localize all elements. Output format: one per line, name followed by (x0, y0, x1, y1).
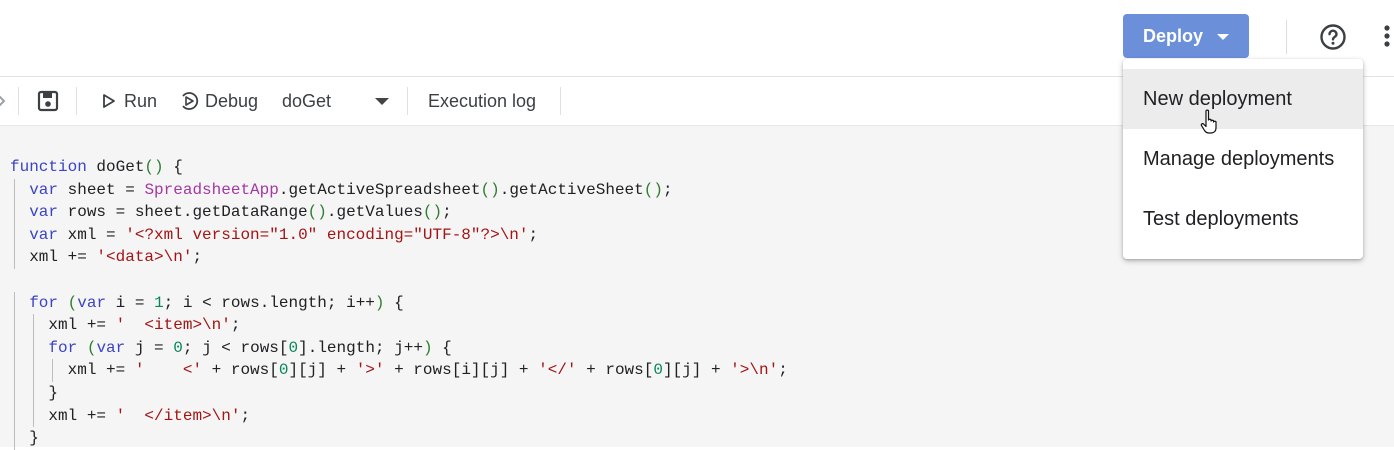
dropdown-caret-icon (1217, 34, 1229, 40)
menu-item-label: Test deployments (1143, 207, 1299, 230)
run-label: Run (124, 90, 158, 111)
function-select-value: doGet (282, 90, 332, 111)
code-text: var rows = sheet.getDataRange().getValue… (29, 203, 452, 222)
toolbar-divider (560, 87, 561, 115)
menu-item-new-deployment[interactable]: New deployment (1123, 69, 1363, 129)
select-caret-icon (375, 98, 389, 105)
code-line[interactable]: function doGet() { (0, 156, 788, 179)
code-line[interactable]: xml += ' <item>\n'; (0, 314, 788, 337)
code-line[interactable] (0, 269, 788, 292)
hand-cursor-icon (1200, 109, 1217, 134)
execution-log-label: Execution log (428, 90, 537, 111)
deploy-menu: New deployment Manage deployments Test d… (1123, 59, 1363, 259)
deploy-button-label: Deploy (1143, 25, 1204, 46)
code-text: } (10, 429, 39, 448)
code-text: xml += ' <' + rows[0][j] + '>' + rows[i]… (10, 361, 788, 380)
code-line[interactable]: var sheet = SpreadsheetApp.getActiveSpre… (0, 178, 788, 202)
run-button[interactable]: Run (102, 77, 157, 125)
code-content[interactable]: function doGet() { var sheet = Spreadshe… (0, 156, 788, 450)
execution-log-button[interactable]: Execution log (428, 77, 536, 125)
code-text: function doGet() { (10, 158, 183, 176)
code-text: for (var j = 0; j < rows[0].length; j++)… (48, 338, 452, 357)
code-text: } (10, 383, 59, 402)
menu-item-test-deployments[interactable]: Test deployments (1123, 189, 1363, 249)
save-icon[interactable] (37, 90, 59, 112)
debug-icon (182, 92, 199, 110)
redo-icon[interactable] (0, 93, 6, 109)
code-line[interactable]: var xml = '<?xml version="1.0" encoding=… (0, 223, 788, 247)
code-line[interactable]: for (var i = 1; i < rows.length; i++) { (0, 291, 788, 315)
code-text: xml += '<data>\n'; (10, 248, 203, 267)
deploy-button[interactable]: Deploy (1123, 14, 1249, 58)
code-line[interactable]: } (0, 427, 788, 450)
code-line[interactable]: xml += ' </item>\n'; (0, 404, 788, 428)
code-line[interactable]: } (0, 381, 788, 405)
code-line[interactable]: xml += ' <' + rows[0][j] + '>' + rows[i]… (0, 359, 788, 382)
toolbar-divider (76, 87, 77, 115)
code-text: xml += ' </item>\n'; (10, 406, 251, 425)
code-line[interactable]: for (var j = 0; j < rows[0].length; j++)… (0, 336, 788, 360)
code-line[interactable]: var rows = sheet.getDataRange().getValue… (0, 201, 788, 224)
apps-grid-icon[interactable] (1381, 25, 1394, 47)
code-text: var sheet = SpreadsheetApp.getActiveSpre… (29, 180, 673, 199)
menu-item-label: Manage deployments (1143, 147, 1335, 170)
help-icon[interactable] (1319, 23, 1347, 51)
menu-item-manage-deployments[interactable]: Manage deployments (1123, 129, 1363, 189)
code-text: xml += ' <item>\n'; (10, 316, 241, 335)
debug-label: Debug (205, 90, 259, 111)
menu-item-label: New deployment (1143, 87, 1292, 110)
code-line[interactable]: xml += '<data>\n'; (0, 246, 788, 269)
debug-button[interactable]: Debug (179, 77, 258, 125)
code-text: var xml = '<?xml version="1.0" encoding=… (29, 225, 539, 244)
play-icon (103, 94, 115, 108)
toolbar-divider (18, 87, 19, 115)
divider (1286, 20, 1287, 54)
code-text: for (var i = 1; i < rows.length; i++) { (29, 293, 404, 312)
toolbar-divider (407, 87, 408, 115)
